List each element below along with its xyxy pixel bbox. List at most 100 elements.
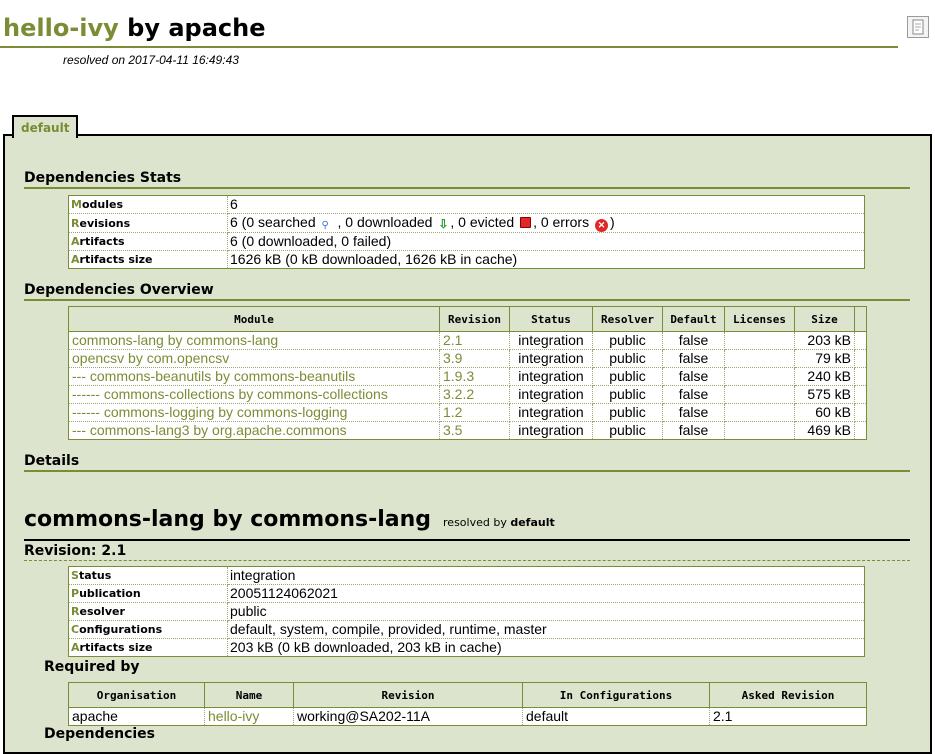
stats-row-artifacts-size: Artifacts size 1626 kB (0 kB downloaded,… — [68, 250, 865, 269]
stats-table: Modules 6 Revisions 6 (0 searched ⚲, 0 d… — [68, 195, 865, 269]
size-cell: 60 kB — [794, 403, 855, 422]
licenses-cell — [724, 385, 795, 404]
revision-link[interactable]: 1.2 — [439, 403, 510, 422]
required-by-header-row: Organisation Name Revision In Configurat… — [68, 682, 867, 708]
column-header-spacer — [854, 306, 867, 332]
resolver-cell: public — [592, 367, 663, 386]
page-title: hello-ivy by apache — [3, 14, 265, 42]
evicted-icon — [520, 217, 532, 228]
column-header[interactable]: Default — [662, 306, 725, 332]
default-cell: false — [662, 367, 725, 386]
module-link[interactable]: ------ commons-collections by commons-co… — [68, 385, 440, 404]
table-row: apache hello-ivy working@SA202-11A defau… — [68, 707, 867, 726]
stats-key: Artifacts size — [68, 250, 228, 269]
required-by-table: Organisation Name Revision In Configurat… — [68, 682, 867, 726]
module-title: commons-lang by commons-lang resolved by … — [24, 507, 555, 532]
module-link[interactable]: --- commons-beanutils by commons-beanuti… — [68, 367, 440, 386]
size-cell: 240 kB — [794, 367, 855, 386]
resolver-cell: public — [592, 331, 663, 350]
spacer-cell — [854, 331, 867, 350]
spacer-cell — [854, 385, 867, 404]
configurations-cell: default — [522, 707, 710, 726]
table-row: opencsv by com.opencsv 3.9 integration p… — [68, 349, 867, 368]
spacer-cell — [854, 421, 867, 440]
column-header[interactable]: Resolver — [592, 306, 663, 332]
stats-key: Artifacts — [68, 232, 228, 251]
column-header[interactable]: Licenses — [724, 306, 795, 332]
status-cell: integration — [509, 403, 593, 422]
info-value: integration — [227, 566, 865, 585]
licenses-cell — [724, 331, 795, 350]
module-info-table: Status integration Publication 200511240… — [68, 566, 865, 657]
licenses-cell — [724, 421, 795, 440]
document-icon[interactable] — [907, 16, 929, 38]
spacer-cell — [854, 349, 867, 368]
module-link[interactable]: opencsv by com.opencsv — [68, 349, 440, 368]
column-header[interactable]: Asked Revision — [709, 682, 867, 708]
section-title-overview: Dependencies Overview — [24, 282, 910, 301]
table-row: ------ commons-logging by commons-loggin… — [68, 403, 867, 422]
licenses-cell — [724, 403, 795, 422]
module-link[interactable]: ------ commons-logging by commons-loggin… — [68, 403, 440, 422]
required-by-title: Required by — [44, 659, 140, 675]
stats-value: 6 — [227, 195, 865, 214]
size-cell: 79 kB — [794, 349, 855, 368]
info-row-status: Status integration — [68, 566, 865, 585]
default-cell: false — [662, 403, 725, 422]
dependencies-title: Dependencies — [44, 726, 156, 742]
table-row: ------ commons-collections by commons-co… — [68, 385, 867, 404]
column-header[interactable]: Revision — [293, 682, 523, 708]
tab-default[interactable]: default — [12, 115, 79, 138]
default-cell: false — [662, 385, 725, 404]
table-row: --- commons-lang3 by org.apache.commons … — [68, 421, 867, 440]
info-key: Configurations — [68, 620, 228, 639]
column-header[interactable]: Status — [509, 306, 593, 332]
info-row-resolver: Resolver public — [68, 602, 865, 621]
info-value: public — [227, 602, 865, 621]
spacer-cell — [854, 367, 867, 386]
section-title-details: Details — [24, 453, 910, 472]
default-cell: false — [662, 331, 725, 350]
overview-header-row: Module Revision Status Resolver Default … — [68, 306, 867, 332]
revision-link[interactable]: 1.9.3 — [439, 367, 510, 386]
licenses-cell — [724, 349, 795, 368]
stats-key: Revisions — [68, 213, 228, 233]
status-cell: integration — [509, 331, 593, 350]
stats-row-modules: Modules 6 — [68, 195, 865, 214]
info-value: default, system, compile, provided, runt… — [227, 620, 865, 639]
info-value: 203 kB (0 kB downloaded, 203 kB in cache… — [227, 638, 865, 657]
info-key: Artifacts size — [68, 638, 228, 657]
status-cell: integration — [509, 367, 593, 386]
info-row-artifacts-size: Artifacts size 203 kB (0 kB downloaded, … — [68, 638, 865, 657]
revision-link[interactable]: 2.1 — [439, 331, 510, 350]
resolver-cell: public — [592, 385, 663, 404]
name-link[interactable]: hello-ivy — [204, 707, 294, 726]
module-name: commons-lang by commons-lang — [24, 507, 432, 532]
column-header[interactable]: In Configurations — [522, 682, 710, 708]
title-divider — [0, 46, 898, 48]
project-name: hello-ivy — [3, 14, 119, 42]
table-row: --- commons-beanutils by commons-beanuti… — [68, 367, 867, 386]
revision-link[interactable]: 3.5 — [439, 421, 510, 440]
column-header[interactable]: Organisation — [68, 682, 205, 708]
resolver-cell: public — [592, 421, 663, 440]
status-cell: integration — [509, 385, 593, 404]
size-cell: 469 kB — [794, 421, 855, 440]
module-divider — [24, 539, 910, 541]
revision-link[interactable]: 3.2.2 — [439, 385, 510, 404]
module-link[interactable]: --- commons-lang3 by org.apache.commons — [68, 421, 440, 440]
column-header[interactable]: Name — [204, 682, 294, 708]
default-cell: false — [662, 421, 725, 440]
module-link[interactable]: commons-lang by commons-lang — [68, 331, 440, 350]
column-header[interactable]: Revision — [439, 306, 510, 332]
spacer-cell — [854, 403, 867, 422]
revision-title: Revision: 2.1 — [24, 543, 910, 561]
column-header[interactable]: Module — [68, 306, 440, 332]
resolved-on-text: resolved on 2017-04-11 16:49:43 — [63, 53, 239, 67]
organisation-cell: apache — [68, 707, 205, 726]
column-header[interactable]: Size — [794, 306, 855, 332]
revision-link[interactable]: 3.9 — [439, 349, 510, 368]
stats-value: 6 (0 searched ⚲, 0 downloaded ⇩, 0 evict… — [227, 213, 865, 233]
licenses-cell — [724, 367, 795, 386]
revision-cell: working@SA202-11A — [293, 707, 523, 726]
